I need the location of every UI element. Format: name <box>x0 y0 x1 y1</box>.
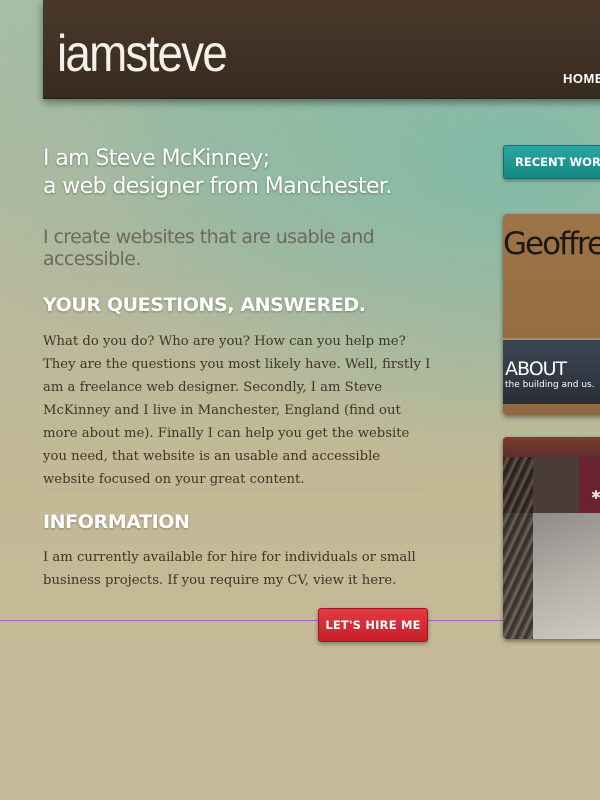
divider <box>43 272 428 273</box>
thumbnail-about-title: ABOUT <box>505 358 567 380</box>
tagline: I create websites that are usable and ac… <box>43 226 375 270</box>
thumbnail-hair-image <box>503 457 533 639</box>
hire-me-button[interactable]: LET'S HIRE ME <box>318 608 428 642</box>
thumbnail-nav-block <box>579 457 600 513</box>
recent-work-button[interactable]: RECENT WORK <box>503 145 600 179</box>
questions-heading: YOUR QUESTIONS, ANSWERED. <box>43 294 366 316</box>
divider <box>43 488 428 489</box>
star-icon: ✱ <box>591 488 600 502</box>
intro-line-1: I am Steve McKinney; <box>43 146 270 171</box>
thumbnail-header-strip <box>503 437 600 457</box>
intro-line-2: a web designer from Manchester. <box>43 174 392 199</box>
intro-heading: I am Steve McKinney; a web designer from… <box>43 145 443 201</box>
information-paragraph: I am currently available for hire for in… <box>43 550 416 588</box>
information-heading: INFORMATION <box>43 511 190 533</box>
thumbnail-about-bar: ABOUT the building and us. <box>503 338 600 404</box>
questions-paragraph: What do you do? Who are you? How can you… <box>43 334 431 487</box>
site-logo[interactable]: iamsteve <box>57 28 228 80</box>
thumbnail-brand-text: Geoffrey <box>503 226 600 262</box>
thumbnail-about-subtitle: the building and us. <box>505 380 595 390</box>
site-header: iamsteve HOME <box>43 0 600 99</box>
work-thumbnail-2[interactable] <box>503 437 600 639</box>
nav-home-link[interactable]: HOME <box>563 71 600 86</box>
work-thumbnail-1[interactable]: Geoffrey ABOUT the building and us. <box>503 214 600 415</box>
